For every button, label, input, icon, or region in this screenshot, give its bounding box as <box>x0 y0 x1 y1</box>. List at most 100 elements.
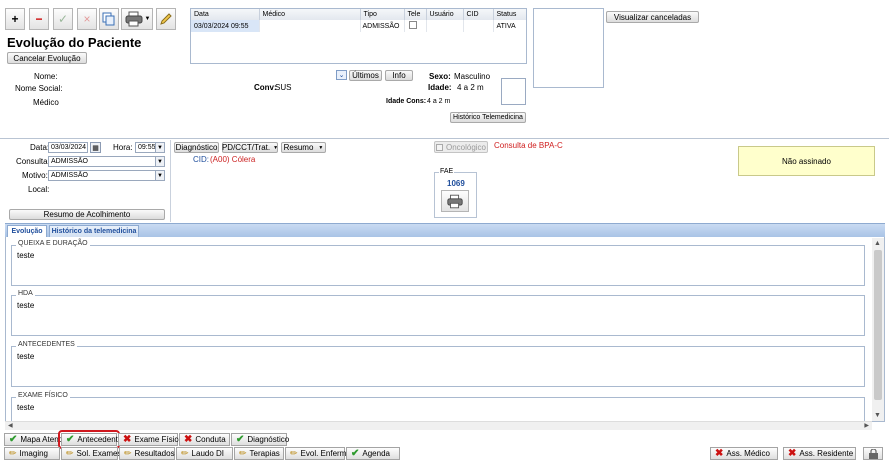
confirm-button[interactable]: ✓ <box>53 8 73 30</box>
chevron-down-icon: ▼ <box>155 157 164 166</box>
scroll-left-icon[interactable]: ◀ <box>8 422 13 429</box>
copy-button[interactable] <box>99 8 119 30</box>
button-label: Ass. Residente <box>799 449 854 458</box>
bpa-label: Consulta de BPA-C <box>494 141 563 150</box>
evolution-grid: Data Médico Tipo Tele Usuário CID Status… <box>190 8 527 64</box>
signature-status-box: Não assinado <box>738 146 875 176</box>
time-select[interactable]: 09:55 ▼ <box>135 142 165 153</box>
fae-print-button[interactable] <box>441 190 469 212</box>
conv-value: SUS <box>275 83 292 92</box>
button-label: Sol. Exames <box>76 449 122 458</box>
age-cons-value: 4 a 2 m <box>427 98 451 105</box>
checkbox-icon <box>435 143 443 151</box>
cid-value: (A00) Cólera <box>210 155 256 164</box>
column-header[interactable]: Usuário <box>426 9 464 20</box>
terapias-button[interactable]: ✏ Terapias <box>234 447 284 460</box>
pencil-icon: ✏ <box>124 448 132 458</box>
horizontal-scrollbar[interactable]: ◀ ▶ <box>5 421 872 430</box>
column-header[interactable]: Médico <box>259 9 361 20</box>
ass-residente-button[interactable]: ✖ Ass. Residente <box>783 447 856 460</box>
conduta-button[interactable]: ✖ Conduta <box>179 433 230 446</box>
imaging-button[interactable]: ✏ Imaging <box>4 447 60 460</box>
grid-cell-medico <box>259 20 361 32</box>
section-text: teste <box>17 251 35 260</box>
resultados-button[interactable]: ✏ Resultados <box>119 447 175 460</box>
tab-evolucao[interactable]: Evolução <box>7 225 47 237</box>
column-header[interactable]: Tipo <box>360 9 405 20</box>
cancel-evolution-button[interactable]: Cancelar Evolução <box>7 52 87 64</box>
edit-button[interactable] <box>156 8 176 30</box>
tab-telemedicine-history[interactable]: Histórico da telemedicina <box>49 225 139 237</box>
section-exame-fisico[interactable]: EXAME FÍSICO teste <box>11 392 865 421</box>
intake-summary-button[interactable]: Resumo de Acolhimento <box>9 209 165 220</box>
lock-icon <box>868 448 878 459</box>
social-name-label: Nome Social: <box>15 84 63 93</box>
section-hda[interactable]: HDA teste <box>11 290 865 336</box>
button-label: Imaging <box>19 449 49 458</box>
diagnostico-button[interactable]: Diagnóstico <box>174 142 219 153</box>
chevron-down-icon: ▼ <box>155 171 164 180</box>
button-label: Resultados <box>134 449 175 458</box>
print-button[interactable]: ▼ <box>121 8 153 30</box>
view-cancelled-button[interactable]: Visualizar canceladas <box>606 11 699 23</box>
calendar-icon[interactable]: ▦ <box>90 142 101 153</box>
consulta-value: ADMISSÃO <box>51 158 88 165</box>
table-row[interactable]: 03/03/2024 09:55 ADMISSÃO ATIVA <box>191 20 526 32</box>
cancel-button[interactable]: × <box>77 8 97 30</box>
ultimos-button[interactable]: Últimos <box>349 70 382 81</box>
ass-medico-button[interactable]: ✖ Ass. Médico <box>710 447 778 460</box>
button-label: Laudo DI <box>191 449 225 458</box>
section-queixa[interactable]: QUEIXA E DURAÇÃO teste <box>11 240 865 286</box>
scroll-down-icon[interactable]: ▼ <box>874 412 881 419</box>
column-header[interactable]: Tele <box>404 9 427 20</box>
age-label: Idade: <box>428 83 452 92</box>
scroll-right-icon[interactable]: ▶ <box>864 422 869 429</box>
scroll-thumb[interactable] <box>874 250 882 400</box>
exame-fisico-button[interactable]: ✖ Exame Físico <box>118 433 183 446</box>
grid-cell-tipo: ADMISSÃO <box>359 20 405 32</box>
printer-icon <box>447 194 463 208</box>
sol-exames-button[interactable]: ✏ Sol. Exames <box>61 447 121 460</box>
remove-button[interactable]: − <box>29 8 49 30</box>
cross-icon: ✖ <box>184 434 193 445</box>
column-header[interactable]: Data <box>191 9 260 20</box>
vertical-scrollbar[interactable]: ▲ ▼ <box>872 238 884 421</box>
tab-label: Histórico da telemedicina <box>51 228 137 235</box>
motivo-select[interactable]: ADMISSÃO ▼ <box>48 170 165 181</box>
oncologico-label: Oncológico <box>445 142 487 152</box>
pencil-icon: ✏ <box>66 448 74 458</box>
info-button[interactable]: Info <box>385 70 413 81</box>
lock-button[interactable] <box>863 447 883 460</box>
section-legend: EXAME FÍSICO <box>16 392 70 399</box>
telemedicine-history-button[interactable]: Histórico Telemedicina <box>450 112 526 123</box>
oncologico-checkbox-button[interactable]: Oncológico <box>434 141 488 153</box>
expand-toggle[interactable]: ⌄ <box>336 70 347 80</box>
doctor-label: Médico <box>33 98 59 107</box>
column-header[interactable]: CID <box>463 9 494 20</box>
button-label: Evol. Enferm. <box>300 449 349 458</box>
age-cons-label: Idade Cons: <box>386 98 427 105</box>
section-legend: HDA <box>16 290 35 297</box>
local-label: Local: <box>28 185 50 194</box>
button-label: Conduta <box>195 435 226 444</box>
small-photo-box <box>501 78 526 105</box>
chevron-down-icon: ▼ <box>273 144 279 151</box>
add-button[interactable]: + <box>5 8 25 30</box>
column-header[interactable]: Status <box>493 9 526 20</box>
mapa-atend-button[interactable]: ✔ Mapa Atend. <box>4 433 65 446</box>
diagnostico-bottom-button[interactable]: ✔ Diagnóstico <box>231 433 289 446</box>
scroll-up-icon[interactable]: ▲ <box>874 240 881 247</box>
section-antecedentes[interactable]: ANTECEDENTES teste <box>11 341 865 387</box>
pd-cct-button[interactable]: PD/CCT/Trat. ▼ <box>222 142 278 153</box>
tele-checkbox[interactable] <box>408 21 417 29</box>
laudo-di-button[interactable]: ✏ Laudo DI <box>176 447 233 460</box>
grid-cell-tele[interactable] <box>404 20 427 32</box>
resumo-button[interactable]: Resumo ▼ <box>281 142 326 153</box>
sex-value: Masculino <box>454 72 491 81</box>
consulta-select[interactable]: ADMISSÃO ▼ <box>48 156 165 167</box>
evol-enferm-button[interactable]: ✏ Evol. Enferm. <box>285 447 349 460</box>
agenda-button[interactable]: ✔ Agenda <box>346 447 400 460</box>
date-input[interactable]: 03/03/2024 <box>48 142 88 153</box>
check-icon: ✔ <box>9 434 18 445</box>
section-legend: QUEIXA E DURAÇÃO <box>16 240 90 247</box>
